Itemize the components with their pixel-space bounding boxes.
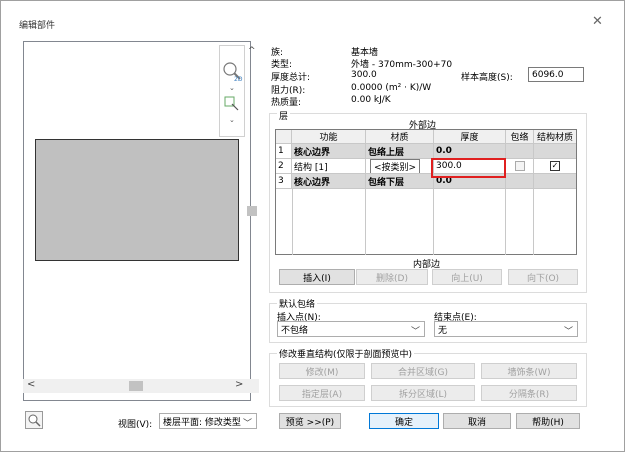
chevron-down-icon: ﹀: [410, 327, 420, 337]
sample-height-input[interactable]: 6096.0: [528, 67, 584, 82]
column-divider: [533, 189, 534, 255]
layers-table: 功能 材质 厚度 包络 结构材质 1 核心边界 包络上层 0.0 2 结构 [1…: [275, 129, 577, 255]
scrollbar-horizontal-thumb[interactable]: [129, 381, 143, 391]
dialog-title: 编辑部件: [19, 21, 56, 31]
column-header-function[interactable]: 功能: [292, 130, 366, 144]
delete-button[interactable]: 删除(D): [356, 269, 428, 285]
column-divider: [292, 189, 293, 255]
row-1-wraps: [506, 144, 534, 159]
move-down-button[interactable]: 向下(O): [508, 269, 578, 285]
wraps-checkbox[interactable]: [514, 161, 525, 171]
type-label: 类型:: [271, 60, 293, 70]
view-select[interactable]: 楼层平面: 修改类型 ﹀: [159, 413, 257, 429]
row-2-material[interactable]: <按类别>: [366, 159, 434, 174]
merge-regions-button[interactable]: 合并区域(G): [371, 363, 475, 379]
assign-layers-button[interactable]: 指定层(A): [279, 385, 365, 401]
view-value: 楼层平面: 修改类型: [163, 417, 241, 428]
thermal-mass-label: 热质量:: [271, 98, 302, 108]
zoom-region-icon[interactable]: [224, 96, 240, 112]
thermal-mass-value: 0.00 kJ/K: [351, 95, 391, 105]
view-label: 视图(V):: [118, 420, 153, 430]
layers-section-label: 层: [277, 109, 291, 122]
row-3-number[interactable]: 3: [276, 174, 292, 189]
scroll-right-icon[interactable]: >: [235, 379, 243, 390]
view-toolstrip: 2D ⌄ ⌄: [219, 45, 245, 137]
move-up-button[interactable]: 向上(U): [432, 269, 502, 285]
row-2-function[interactable]: 结构 [1]: [292, 159, 366, 174]
insert-point-value: 不包络: [281, 325, 309, 336]
row-1-material[interactable]: 包络上层: [366, 144, 434, 159]
row-3-material[interactable]: 包络下层: [366, 174, 434, 189]
preview-button[interactable]: 预览 >>(P): [279, 413, 341, 429]
split-region-button[interactable]: 拆分区域(L): [371, 385, 475, 401]
column-divider: [505, 189, 506, 255]
column-header-structural[interactable]: 结构材质: [534, 130, 576, 144]
ok-button[interactable]: 确定: [369, 413, 439, 429]
row-2-wraps: [506, 159, 534, 174]
column-divider: [365, 189, 366, 255]
row-1-structural: [534, 144, 576, 159]
thickness-total-value: 300.0: [351, 70, 377, 80]
zoom-small-icon[interactable]: ⌄: [229, 116, 235, 124]
sample-height-label: 样本高度(S):: [461, 73, 513, 83]
close-icon[interactable]: ✕: [592, 14, 603, 29]
column-header-material[interactable]: 材质: [366, 130, 434, 144]
column-divider: [433, 189, 434, 255]
cancel-button[interactable]: 取消: [443, 413, 511, 429]
help-button[interactable]: 帮助(H): [516, 413, 580, 429]
modify-button[interactable]: 修改(M): [279, 363, 365, 379]
dropdown-icon[interactable]: ⌄: [229, 84, 235, 92]
wall-section-preview: [35, 139, 239, 261]
svg-text:2D: 2D: [234, 76, 243, 82]
scrollbar-vertical-thumb[interactable]: [247, 206, 257, 216]
column-header-thickness[interactable]: 厚度: [434, 130, 506, 144]
wrapping-group-label: 默认包络: [277, 297, 318, 310]
row-2-number[interactable]: 2: [276, 159, 292, 174]
row-1-number[interactable]: 1: [276, 144, 292, 159]
vertical-structure-label: 修改垂直结构(仅限于剖面预览中): [277, 347, 415, 360]
end-point-value: 无: [438, 325, 448, 336]
thickness-total-label: 厚度总计:: [271, 73, 311, 83]
scroll-up-icon[interactable]: ^: [248, 46, 256, 56]
resistance-value: 0.0000 (m² · K)/W: [351, 83, 432, 93]
column-header-wraps[interactable]: 包络: [506, 130, 534, 144]
chevron-down-icon: ﹀: [563, 327, 573, 337]
row-2-material-value[interactable]: <按类别>: [370, 159, 421, 173]
insert-point-select[interactable]: 不包络 ﹀: [277, 321, 425, 337]
zoom-full-icon[interactable]: [25, 411, 43, 429]
insert-button[interactable]: 插入(I): [279, 269, 355, 285]
thickness-highlight: [431, 158, 506, 178]
chevron-down-icon: ﹀: [242, 419, 252, 429]
row-3-function[interactable]: 核心边界: [292, 174, 366, 189]
row-2-structural: ✓: [534, 159, 576, 174]
row-3-wraps: [506, 174, 534, 189]
scroll-left-icon[interactable]: <: [27, 379, 35, 390]
type-value: 外墙 - 370mm-300+70: [351, 60, 453, 70]
edit-assembly-dialog: 编辑部件 ✕ 2D ⌄ ⌄ ^ < > 族: 基本墙 类型: 外墙 - 370m…: [0, 0, 625, 452]
row-1-thickness[interactable]: 0.0: [434, 144, 506, 159]
row-1-function[interactable]: 核心边界: [292, 144, 366, 159]
structural-material-checkbox[interactable]: ✓: [550, 161, 560, 171]
zoom-2d-icon[interactable]: 2D: [221, 60, 243, 82]
reveals-button[interactable]: 分隔条(R): [481, 385, 577, 401]
column-header-number: [276, 130, 292, 144]
row-3-structural: [534, 174, 576, 189]
sweeps-button[interactable]: 墙饰条(W): [481, 363, 577, 379]
end-point-select[interactable]: 无 ﹀: [434, 321, 578, 337]
